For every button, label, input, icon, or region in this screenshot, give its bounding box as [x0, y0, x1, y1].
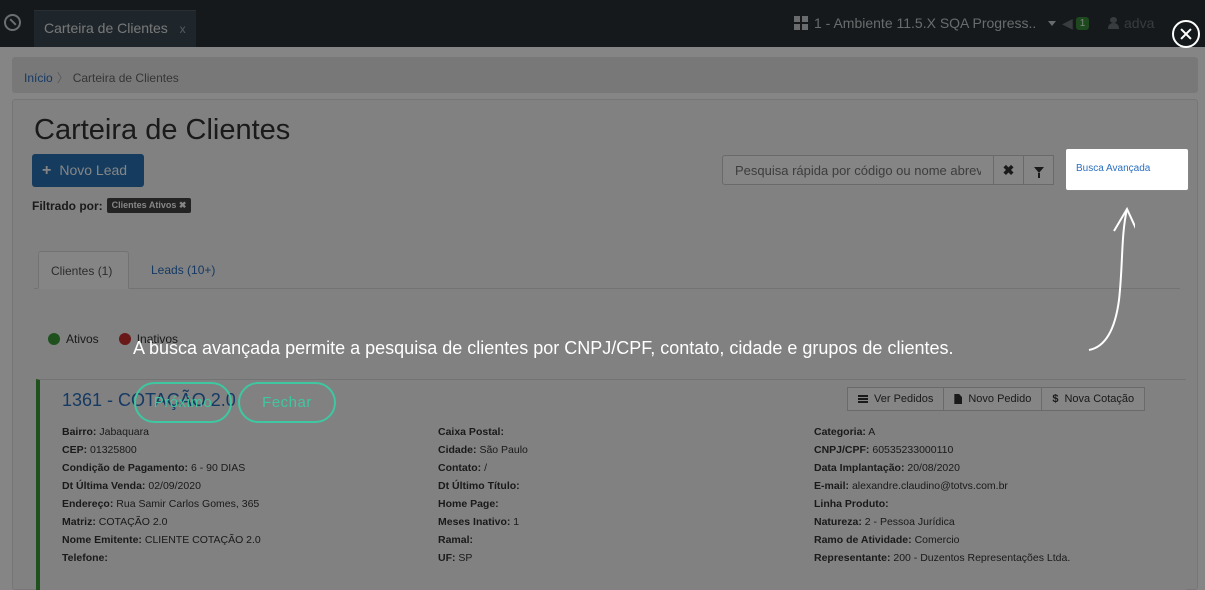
client-fields-col3: Categoria: A CNPJ/CPF: 60535233000110 Da… — [814, 423, 1070, 567]
tour-highlight-advanced-search[interactable]: Busca Avançada — [1066, 149, 1188, 190]
plus-icon: + — [42, 162, 52, 179]
grid-icon — [794, 16, 808, 30]
breadcrumb-home-link[interactable]: Início — [24, 71, 53, 85]
user-menu[interactable]: adva — [1108, 15, 1154, 31]
field-row: CEP: 01325800 — [62, 444, 137, 456]
tour-arrow-icon — [1088, 206, 1135, 351]
field-row: Dt Último Título: — [438, 480, 520, 492]
field-row: Condição de Pagamento: 6 - 90 DIAS — [62, 462, 246, 474]
quick-search-input[interactable] — [722, 155, 994, 185]
view-orders-button[interactable]: Ver Pedidos — [847, 387, 945, 411]
tab-close-icon[interactable]: x — [180, 22, 186, 36]
field-row: Home Page: — [438, 498, 499, 510]
notifications-button[interactable]: ◀ 1 — [1062, 15, 1090, 32]
breadcrumb-current: Carteira de Clientes — [72, 71, 179, 85]
field-row: Cidade: São Paulo — [438, 444, 528, 456]
active-status-label[interactable]: Ativos — [66, 332, 99, 346]
megaphone-icon: ◀ — [1062, 15, 1073, 31]
field-row: Nome Emitente: CLIENTE COTAÇÃO 2.0 — [62, 534, 261, 546]
active-status-icon — [48, 333, 60, 345]
top-navbar: Carteira de Clientes x 1 - Ambiente 11.5… — [0, 0, 1205, 47]
caret-down-icon — [1048, 20, 1057, 26]
clear-icon: ✖ — [1002, 161, 1015, 178]
new-order-button[interactable]: Novo Pedido — [944, 387, 1043, 411]
field-row: UF: SP — [438, 552, 473, 564]
environment-selector[interactable]: 1 - Ambiente 11.5.X SQA Progress.. — [794, 15, 1057, 31]
app-logo-icon[interactable] — [4, 14, 21, 31]
user-name: adva — [1124, 15, 1155, 31]
field-row: Endereço: Rua Samir Carlos Gomes, 365 — [62, 498, 260, 510]
notification-badge: 1 — [1075, 17, 1090, 30]
list-icon — [858, 395, 868, 403]
funnel-icon — [1033, 167, 1044, 178]
field-row: Dt Última Venda: 02/09/2020 — [62, 480, 201, 492]
field-row: Ramal: — [438, 534, 474, 546]
field-row: Matriz: COTAÇÃO 2.0 — [62, 516, 168, 528]
field-row: Representante: 200 - Duzentos Representa… — [814, 552, 1071, 564]
field-row: Natureza: 2 - Pessoa Jurídica — [814, 516, 955, 528]
field-row: E-mail: alexandre.claudino@totvs.com.br — [814, 480, 1008, 492]
field-row: Ramo de Atividade: Comercio — [814, 534, 960, 546]
filter-label: Filtrado por: — [32, 198, 103, 213]
tour-message: A busca avançada permite a pesquisa de c… — [133, 338, 954, 358]
field-row: Telefone: — [62, 552, 108, 564]
view-orders-label: Ver Pedidos — [874, 393, 934, 405]
new-quote-button[interactable]: $ Nova Cotação — [1042, 387, 1146, 411]
clear-search-button[interactable]: ✖ — [994, 155, 1024, 185]
filter-line: Filtrado por: Clientes Ativos ✖ — [32, 198, 192, 213]
new-quote-label: Nova Cotação — [1064, 393, 1135, 405]
environment-label: 1 - Ambiente 11.5.X SQA Progress.. — [814, 15, 1037, 31]
tab-leads[interactable]: Leads (10+) — [139, 251, 227, 289]
new-order-label: Novo Pedido — [968, 393, 1032, 405]
breadcrumb: Início 〉 Carteira de Clientes — [12, 57, 1198, 93]
filter-tag-clientes-ativos[interactable]: Clientes Ativos ✖ — [106, 198, 192, 213]
field-row: Meses Inativo: 1 — [438, 516, 520, 528]
breadcrumb-separator: 〉 — [56, 71, 69, 85]
field-row: Linha Produto: — [814, 498, 889, 510]
page-title: Carteira de Clientes — [34, 114, 291, 146]
dollar-icon: $ — [1052, 393, 1059, 405]
tour-close-button[interactable]: Fechar — [238, 382, 336, 423]
tour-exit-close-icon[interactable] — [1172, 20, 1200, 48]
field-row: Bairro: Jabaquara — [62, 426, 149, 438]
quick-search-group: ✖ — [722, 155, 1054, 185]
field-row: Caixa Postal: — [438, 426, 504, 438]
field-row: Data Implantação: 20/08/2020 — [814, 462, 960, 474]
client-actions: Ver Pedidos Novo Pedido $ Nova Cotação — [847, 387, 1146, 411]
field-row: CNPJ/CPF: 60535233000110 — [814, 444, 954, 456]
tabs-bar: Clientes (1) Leads (10+) — [34, 251, 1180, 289]
tab-label: Carteira de Clientes — [44, 20, 168, 36]
user-icon — [1108, 17, 1119, 29]
document-icon — [954, 394, 963, 404]
tour-next-button[interactable]: Próximo — [134, 382, 232, 423]
tab-clientes[interactable]: Clientes (1) — [38, 251, 129, 289]
client-fields-col2: Caixa Postal: Cidade: São Paulo Contato:… — [438, 423, 528, 567]
new-lead-button[interactable]: + Novo Lead — [32, 154, 144, 187]
field-row: Categoria: A — [814, 426, 876, 438]
tab-carteira-clientes[interactable]: Carteira de Clientes x — [34, 10, 196, 47]
client-fields-col1: Bairro: Jabaquara CEP: 01325800 Condição… — [62, 423, 261, 567]
filter-button[interactable] — [1024, 155, 1054, 185]
field-row: Contato: / — [438, 462, 487, 474]
new-lead-label: Novo Lead — [59, 162, 128, 178]
inactive-status-icon — [118, 333, 131, 345]
